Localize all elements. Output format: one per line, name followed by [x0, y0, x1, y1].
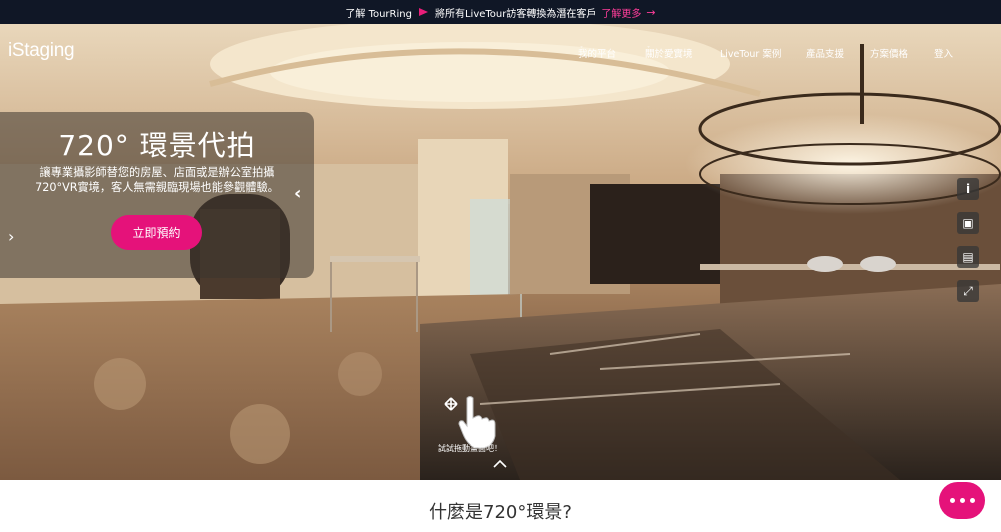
- announcement-bar: 了解 TourRing 將所有LiveTour訪客轉換為潛在客戶 了解更多 →: [0, 0, 1001, 24]
- announcement-message: 將所有LiveTour訪客轉換為潛在客戶: [434, 8, 597, 20]
- drag-hint-text: 試試拖動畫面吧！: [438, 444, 502, 453]
- hero-desc-line-2: 720°VR實境，客人無需親臨現場也能參觀體驗。: [35, 181, 279, 194]
- viewer-toolbar: i ▣ ▤ ⤢: [957, 178, 980, 314]
- gallery-icon[interactable]: ▣: [957, 212, 979, 234]
- hero-desc-line-1: 讓專業攝影師替您的房屋、店面或是辦公室拍攝: [39, 166, 275, 179]
- carousel-next-icon[interactable]: ›: [8, 227, 14, 246]
- hero-title: 720° 環景代拍: [58, 129, 256, 162]
- announcement-prefix: 了解 TourRing: [345, 8, 412, 20]
- nav-item-cases[interactable]: LiveTour 案例: [720, 46, 781, 60]
- panorama-viewer[interactable]: iStaging 我的平台 ˅ 關於愛實境 ˅ LiveTour 案例 產品支援 方…: [0, 24, 1001, 480]
- carousel-prev-icon[interactable]: ‹: [294, 183, 301, 204]
- dot: [969, 498, 975, 503]
- chevron-down-icon: ˅: [647, 46, 650, 53]
- arrow-right-icon: →: [646, 5, 656, 19]
- nav-item-login[interactable]: 登入: [934, 46, 953, 60]
- chat-dots-icon[interactable]: [939, 482, 985, 519]
- book-now-button[interactable]: 立即預約: [111, 215, 202, 250]
- nav-item-pricing[interactable]: 方案價格: [870, 46, 908, 60]
- section-title: 什麼是720°環景?: [429, 502, 572, 523]
- chevron-down-icon: ˅: [580, 46, 583, 53]
- learn-more-link[interactable]: 了解更多: [601, 5, 641, 20]
- nav-item-support[interactable]: 產品支援: [806, 46, 844, 60]
- triangle-icon: [418, 8, 428, 16]
- chevron-up-icon[interactable]: [491, 458, 509, 470]
- main-nav: 我的平台 ˅ 關於愛實境 ˅ LiveTour 案例 產品支援 方案價格 登入: [578, 46, 954, 60]
- dot: [959, 498, 965, 503]
- hero-description: 讓專業攝影師替您的房屋、店面或是辦公室拍攝 720°VR實境，客人無需親臨現場也…: [0, 165, 314, 195]
- fullscreen-icon[interactable]: ⤢: [957, 280, 979, 302]
- dot: [949, 498, 955, 503]
- floorplan-icon[interactable]: ▤: [957, 246, 979, 268]
- info-icon[interactable]: i: [957, 178, 979, 200]
